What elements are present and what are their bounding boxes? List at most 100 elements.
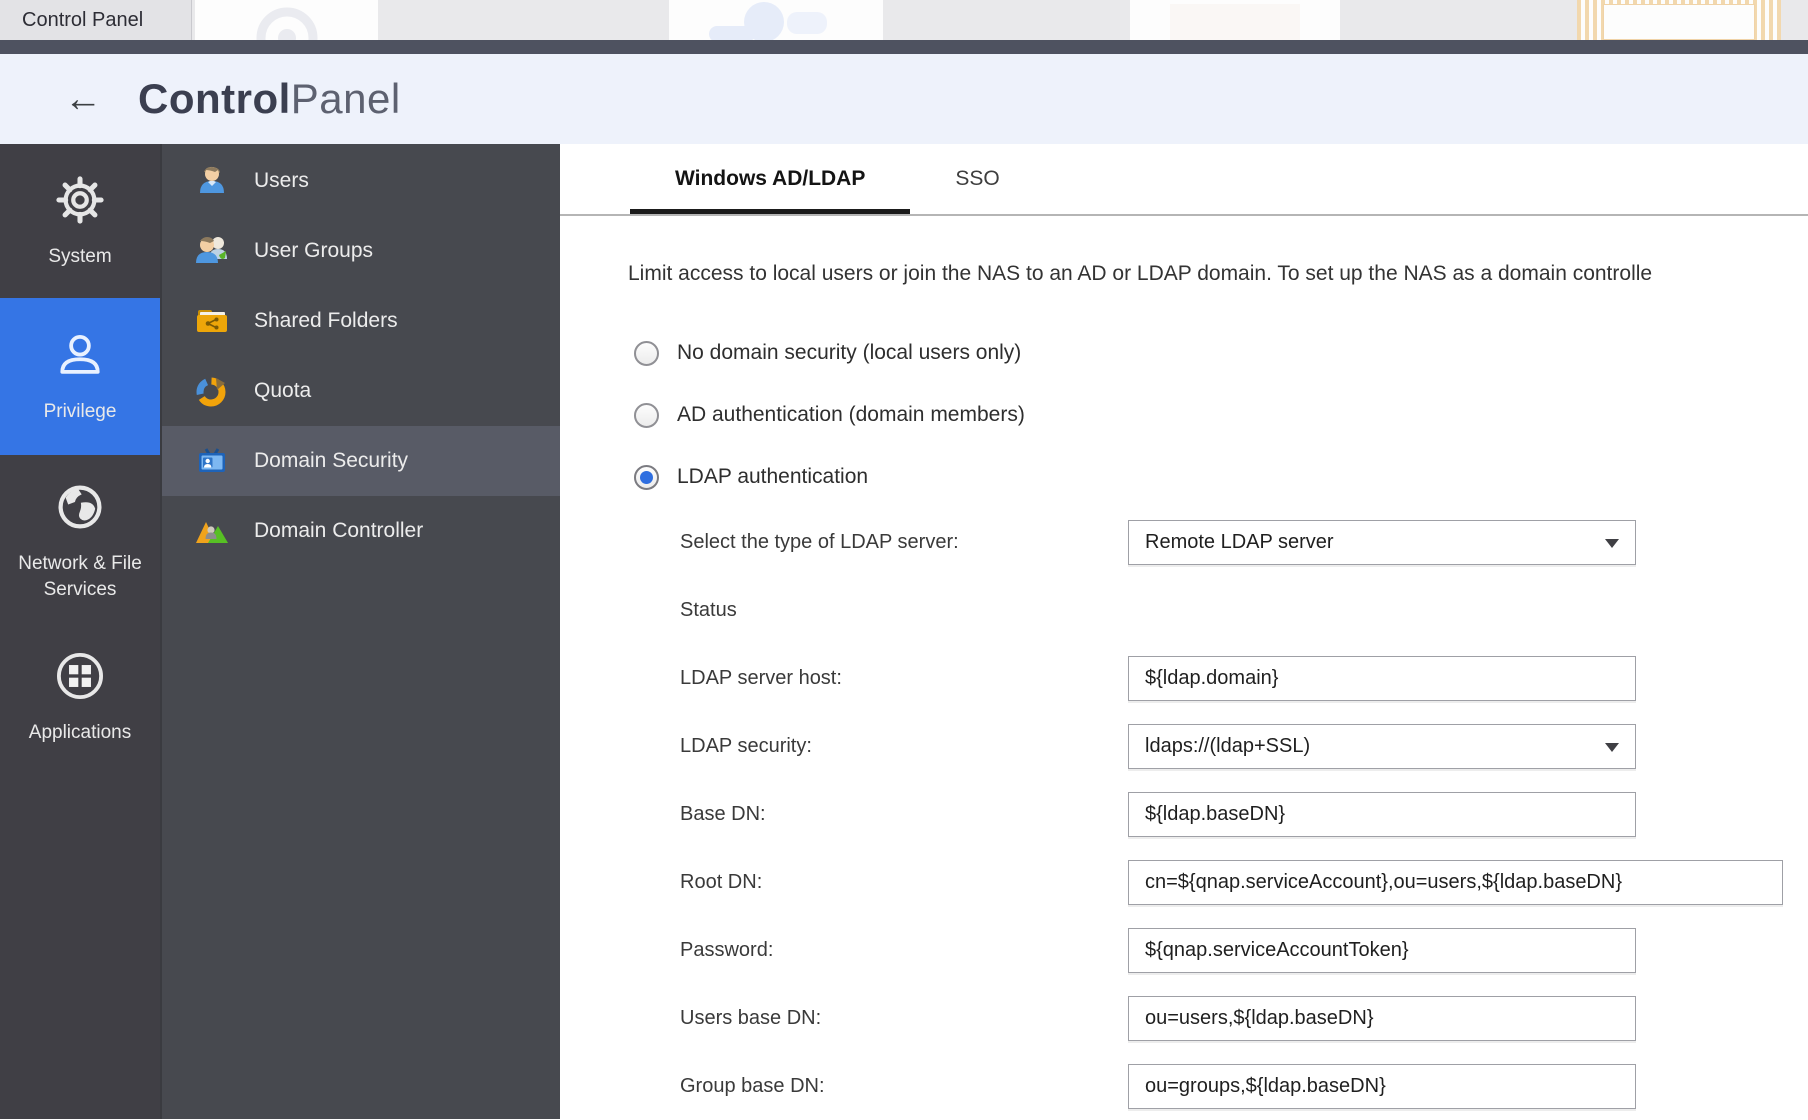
quota-icon: [194, 373, 230, 409]
domain-security-radio-group: No domain security (local users only) AD…: [634, 322, 1808, 508]
page-title: ControlPanel: [138, 75, 401, 123]
submenu-item-domain-security[interactable]: Domain Security: [162, 426, 560, 496]
form-control-slot: [1128, 860, 1783, 905]
submenu-item-user-groups[interactable]: User Groups: [162, 216, 560, 286]
chevron-down-icon: [1605, 743, 1619, 752]
chevron-down-icon: [1605, 539, 1619, 548]
group-base-dn-input[interactable]: [1128, 1064, 1636, 1109]
ldap-security-select[interactable]: ldaps://(ldap+SSL): [1128, 724, 1636, 769]
sidebar-item-applications[interactable]: Applications: [0, 627, 160, 767]
form-row-root-dn: Root DN:: [560, 848, 1808, 916]
main-content: Windows AD/LDAP SSO Limit access to loca…: [560, 144, 1808, 1119]
submenu-item-label: User Groups: [254, 239, 373, 263]
root-dn-input[interactable]: [1128, 860, 1783, 905]
tab-windows-ad-ldap[interactable]: Windows AD/LDAP: [630, 144, 910, 214]
description-text: Limit access to local users or join the …: [628, 262, 1808, 286]
submenu-item-label: Users: [254, 169, 309, 193]
submenu-item-label: Domain Controller: [254, 519, 423, 543]
form-label: Select the type of LDAP server:: [680, 531, 1128, 554]
taskbar-tab-control-panel[interactable]: Control Panel: [0, 0, 192, 40]
shared-folders-icon: [194, 303, 230, 339]
tab-label: Windows AD/LDAP: [675, 167, 865, 191]
form-row-status: Status: [560, 576, 1808, 644]
sidebar-item-privilege[interactable]: Privilege: [0, 298, 160, 455]
password-input[interactable]: [1128, 928, 1636, 973]
form-row-password: Password:: [560, 916, 1808, 984]
radio-icon: [634, 465, 659, 490]
sidebar-item-network-file-services[interactable]: Network & File Services: [0, 455, 160, 627]
form-control-slot: [1128, 792, 1636, 837]
category-sidebar: System Privilege Network & File Services…: [0, 144, 160, 1119]
submenu-item-shared-folders[interactable]: Shared Folders: [162, 286, 560, 356]
form-control-slot: [1128, 1064, 1636, 1109]
submenu-item-users[interactable]: Users: [162, 146, 560, 216]
ldap-server-type-select[interactable]: Remote LDAP server: [1128, 520, 1636, 565]
submenu-item-label: Domain Security: [254, 449, 408, 473]
users-base-dn-input[interactable]: [1128, 996, 1636, 1041]
sidebar-item-label: Applications: [21, 720, 139, 746]
form-control-slot: [1128, 656, 1636, 701]
user-icon: [53, 328, 107, 399]
form-label: Password:: [680, 939, 1128, 962]
radio-ad-authentication-domain-members[interactable]: AD authentication (domain members): [634, 384, 1808, 446]
background-window-preview-network[interactable]: [669, 0, 883, 40]
radio-icon: [634, 403, 659, 428]
page-title-light: Panel: [291, 75, 401, 122]
background-window-preview-folder[interactable]: [1577, 0, 1781, 40]
form-label: Status: [680, 599, 1128, 622]
top-divider-bar: [0, 40, 1808, 54]
form-control-slot: Remote LDAP server: [1128, 520, 1636, 565]
taskbar-tab-label: Control Panel: [22, 9, 143, 32]
apps-grid-icon: [53, 649, 107, 720]
base-dn-input[interactable]: [1128, 792, 1636, 837]
radio-ldap-authentication[interactable]: LDAP authentication: [634, 446, 1808, 508]
background-window-preview-blank[interactable]: [1130, 0, 1340, 40]
form-row-ldap-security: LDAP security: ldaps://(ldap+SSL): [560, 712, 1808, 780]
radio-label: LDAP authentication: [677, 465, 868, 489]
privilege-submenu: Users User Groups Shared Folders Quota D…: [160, 144, 560, 1119]
ldap-server-host-input[interactable]: [1128, 656, 1636, 701]
form-control-slot: ldaps://(ldap+SSL): [1128, 724, 1636, 769]
form-row-users-base-dn: Users base DN:: [560, 984, 1808, 1052]
radio-icon: [634, 341, 659, 366]
form-label: LDAP server host:: [680, 667, 1128, 690]
form-label: Root DN:: [680, 871, 1128, 894]
submenu-item-domain-controller[interactable]: Domain Controller: [162, 496, 560, 566]
form-label: LDAP security:: [680, 735, 1128, 758]
blank-ghost-icon: [1130, 0, 1340, 40]
submenu-item-label: Quota: [254, 379, 311, 403]
gear-icon: [53, 173, 107, 244]
gear-ghost-icon: [195, 0, 378, 40]
radio-label: AD authentication (domain members): [677, 403, 1025, 427]
submenu-item-label: Shared Folders: [254, 309, 398, 333]
form-row-ldap-server-host: LDAP server host:: [560, 644, 1808, 712]
radio-no-domain-security-local-users-only[interactable]: No domain security (local users only): [634, 322, 1808, 384]
form-control-slot: [1128, 996, 1636, 1041]
tab-sso[interactable]: SSO: [910, 144, 1044, 214]
globe-icon: [53, 480, 107, 551]
back-button[interactable]: ←: [64, 80, 102, 118]
folder-ghost-icon: [1603, 4, 1755, 40]
selected-value: ldaps://(ldap+SSL): [1145, 735, 1310, 758]
tab-label: SSO: [955, 167, 999, 191]
network-ghost-icon: [669, 0, 883, 40]
selected-value: Remote LDAP server: [1145, 531, 1334, 554]
form-row-base-dn: Base DN:: [560, 780, 1808, 848]
form-label: Group base DN:: [680, 1075, 1128, 1098]
submenu-item-quota[interactable]: Quota: [162, 356, 560, 426]
form-control-slot: [1128, 928, 1636, 973]
sidebar-item-label: Privilege: [36, 399, 125, 425]
tab-bar: Windows AD/LDAP SSO: [560, 144, 1808, 216]
form-label: Users base DN:: [680, 1007, 1128, 1030]
form-row-group-base-dn: Group base DN:: [560, 1052, 1808, 1120]
sidebar-item-label: System: [40, 244, 119, 270]
sidebar-item-system[interactable]: System: [0, 144, 160, 298]
domain-security-icon: [194, 443, 230, 479]
sidebar-item-label: Network & File Services: [0, 551, 160, 602]
domain-controller-icon: [194, 513, 230, 549]
app-header: ← ControlPanel: [0, 54, 1808, 144]
form-label: Base DN:: [680, 803, 1128, 826]
background-window-preview-gear[interactable]: [195, 0, 378, 40]
radio-label: No domain security (local users only): [677, 341, 1021, 365]
ldap-settings-form: Select the type of LDAP server: Remote L…: [560, 508, 1808, 1120]
